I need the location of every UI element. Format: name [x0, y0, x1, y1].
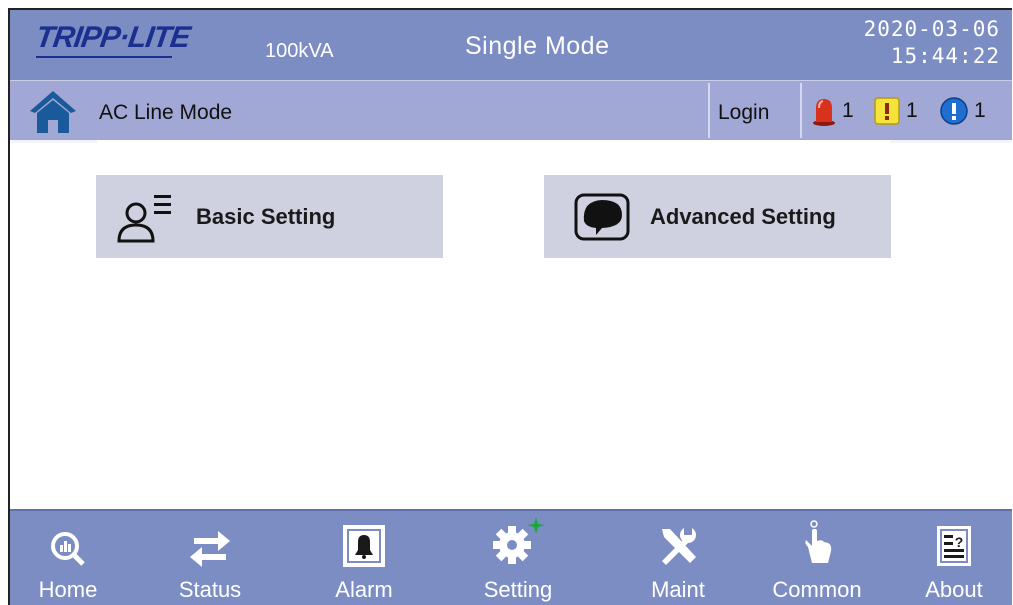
nav-status-label: Status [178, 577, 242, 602]
status-arrows-icon [190, 531, 230, 567]
info-alarm-count: 1 [974, 99, 986, 122]
basic-setting-button[interactable]: Basic Setting [96, 175, 443, 258]
nav-about[interactable]: ? About [912, 511, 996, 605]
warning-alarm-indicator[interactable]: 1 [874, 95, 918, 127]
nav-maint-label: Maint [651, 577, 705, 602]
advanced-setting-button[interactable]: Advanced Setting [544, 175, 891, 258]
common-hand-icon [805, 520, 832, 563]
advanced-chat-icon [574, 193, 630, 240]
nav-status[interactable]: Status [168, 511, 252, 605]
nav-alarm[interactable]: Alarm [324, 511, 404, 605]
info-alarm-indicator[interactable]: 1 [940, 95, 986, 127]
date-text: 2020-03-06 [863, 17, 1000, 41]
setting-gear-icon [493, 517, 545, 564]
nav-home-label: Home [38, 577, 98, 602]
nav-about-label: About [925, 577, 983, 602]
critical-alarm-indicator[interactable]: 1 [812, 95, 854, 127]
capacity-label: 100kVA [265, 40, 334, 62]
status-bar: AC Line Mode Login 1 1 1 [10, 80, 1012, 143]
maint-tools-icon [662, 527, 696, 565]
alarm-bell-icon [343, 525, 385, 567]
blue-info-icon [940, 97, 968, 125]
house-icon[interactable] [28, 89, 78, 135]
about-doc-icon: ? [937, 526, 971, 566]
user-list-icon [117, 194, 171, 242]
tripp-lite-logo: TRIPP·LITE [33, 21, 192, 58]
nav-maint[interactable]: Maint [638, 511, 718, 605]
advanced-setting-label: Advanced Setting [650, 203, 836, 229]
basic-setting-label: Basic Setting [196, 203, 336, 229]
bottom-nav: Home Status Alarm Setting Maint Common ?… [10, 509, 1012, 605]
nav-common-label: Common [772, 577, 862, 602]
home-chart-icon [51, 532, 85, 566]
nav-home[interactable]: Home [32, 511, 104, 605]
operation-mode: Single Mode [465, 32, 610, 60]
datetime: 2020-03-06 15:44:22 [864, 16, 1000, 70]
ups-screen: TRIPP·LITE 100kVA Single Mode 2020-03-06… [8, 8, 1012, 605]
top-bar: TRIPP·LITE 100kVA Single Mode 2020-03-06… [10, 10, 1012, 80]
nav-setting-label: Setting [483, 577, 553, 602]
main-content: Basic Setting Advanced Setting [10, 143, 1012, 509]
nav-alarm-label: Alarm [335, 577, 393, 602]
warning-alarm-count: 1 [906, 99, 918, 122]
brand-text: TRIPP·LITE [33, 21, 192, 54]
yellow-exclamation-icon [874, 97, 900, 125]
svg-text:?: ? [955, 534, 964, 550]
red-siren-icon [813, 99, 835, 126]
divider [708, 83, 710, 138]
nav-common[interactable]: Common [762, 511, 872, 605]
line-mode-text: AC Line Mode [99, 101, 233, 124]
divider [800, 83, 802, 138]
critical-alarm-count: 1 [842, 99, 854, 122]
login-button[interactable]: Login [718, 101, 769, 125]
nav-setting[interactable]: Setting [470, 511, 566, 605]
time-text: 15:44:22 [890, 44, 1000, 68]
